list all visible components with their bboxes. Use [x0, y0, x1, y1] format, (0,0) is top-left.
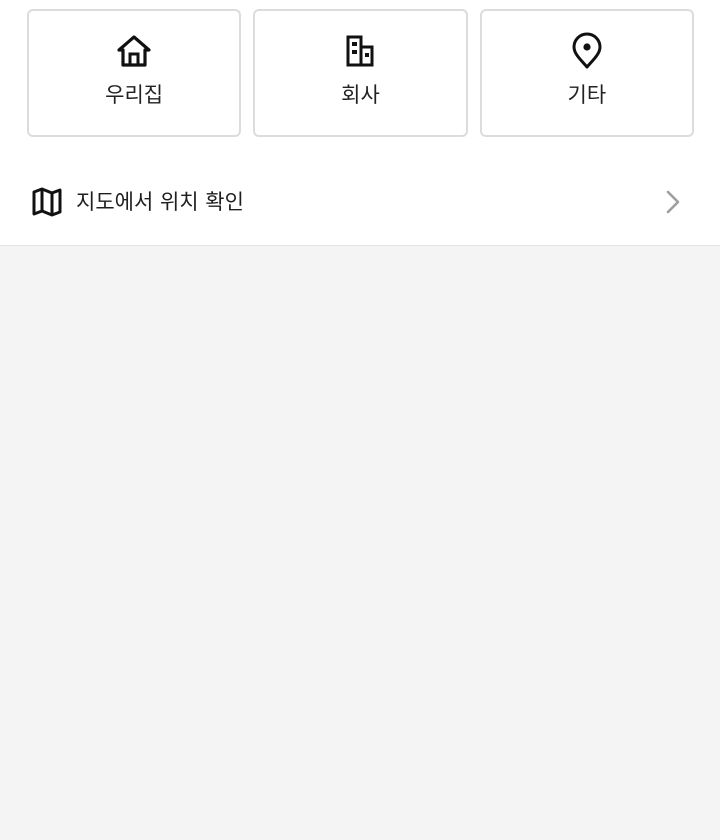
map-location-label: 지도에서 위치 확인	[76, 190, 244, 214]
building-icon	[341, 32, 379, 70]
empty-content-area	[0, 246, 720, 840]
address-type-options: 우리집 회사 기타	[27, 9, 694, 137]
map-icon	[31, 186, 63, 218]
address-type-home-label: 우리집	[105, 83, 164, 107]
address-type-home-button[interactable]: 우리집	[27, 9, 242, 137]
home-icon	[115, 32, 153, 70]
address-type-company-button[interactable]: 회사	[253, 9, 468, 137]
address-type-other-label: 기타	[567, 83, 607, 107]
map-location-link[interactable]: 지도에서 위치 확인	[0, 166, 720, 242]
address-type-other-button[interactable]: 기타	[479, 9, 694, 137]
chevron-right-icon	[660, 188, 686, 216]
address-type-section: 우리집 회사 기타 지도에서 위치 확인	[0, 0, 720, 246]
address-type-company-label: 회사	[341, 83, 380, 107]
location-pin-icon	[568, 32, 606, 70]
